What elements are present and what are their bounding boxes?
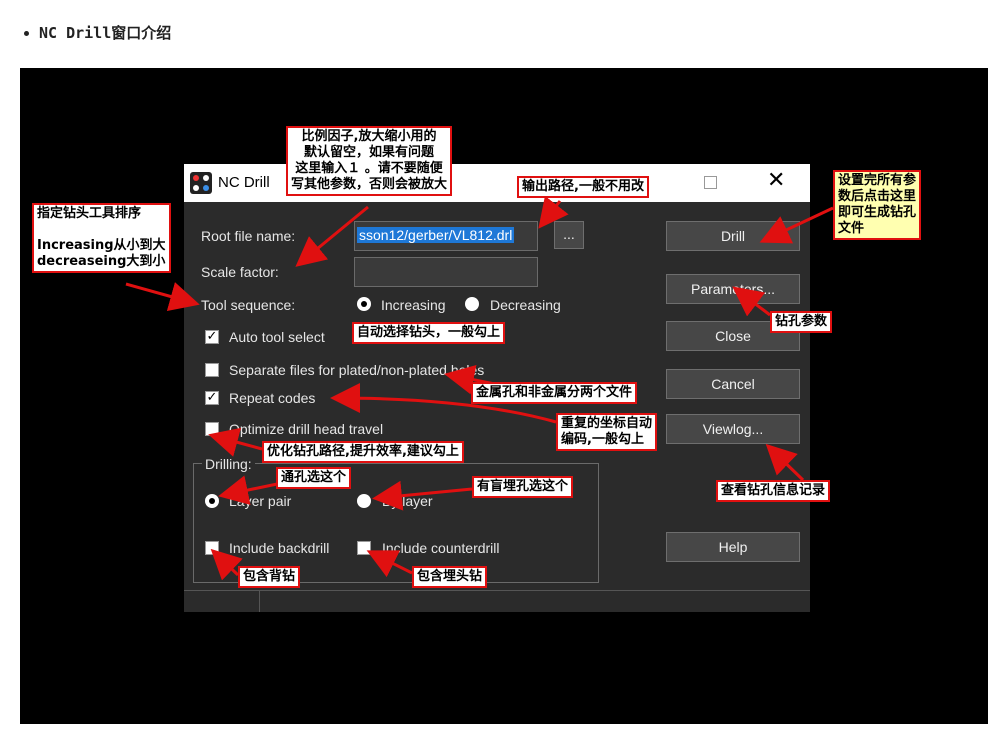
- decreasing-label: Decreasing: [490, 297, 561, 313]
- parameters-button[interactable]: Parameters...: [666, 274, 800, 304]
- separate-files-annotation: 金属孔和非金属分两个文件: [471, 382, 638, 404]
- by-layer-radio[interactable]: [357, 494, 371, 508]
- repeat-codes-annotation: 重复的坐标自动 编码,一般勾上: [556, 413, 658, 451]
- include-backdrill-checkbox[interactable]: [205, 541, 219, 555]
- close-icon[interactable]: ✕: [767, 168, 785, 193]
- status-bar-divider: [184, 590, 810, 591]
- auto-tool-select-label: Auto tool select: [229, 329, 325, 345]
- dialog-title: NC Drill: [218, 174, 270, 191]
- viewlog-annotation: 查看钻孔信息记录: [716, 480, 831, 502]
- auto-tool-select-annotation: 自动选择钻头，一般勾上: [352, 322, 506, 344]
- include-counterdrill-checkbox[interactable]: [357, 541, 371, 555]
- drill-annotation: 设置完所有参 数后点击这里 即可生成钻孔 文件: [833, 170, 922, 240]
- counterdrill-annotation: 包含埋头钻: [412, 566, 488, 588]
- layer-pair-annotation: 通孔选这个: [276, 467, 352, 489]
- drilling-group-label: Drilling:: [202, 456, 255, 472]
- increasing-radio[interactable]: [357, 297, 371, 311]
- include-counterdrill-label: Include counterdrill: [382, 540, 500, 556]
- optimize-label: Optimize drill head travel: [229, 421, 384, 437]
- dialog-titlebar[interactable]: NC Drill ✕: [184, 164, 810, 202]
- by-layer-label: By layer: [382, 493, 433, 509]
- nc-drill-app-icon: [190, 172, 212, 194]
- section-heading: NC Drill窗口介绍: [39, 24, 172, 42]
- output-path-annotation: 输出路径,一般不用改: [517, 176, 649, 198]
- separate-files-checkbox[interactable]: [205, 363, 219, 377]
- decreasing-radio[interactable]: [465, 297, 479, 311]
- separate-files-label: Separate files for plated/non-plated hol…: [229, 362, 485, 378]
- auto-tool-select-checkbox[interactable]: ✓: [205, 330, 219, 344]
- root-file-label: Root file name:: [201, 228, 296, 244]
- browse-button[interactable]: ...: [554, 221, 584, 249]
- optimize-annotation: 优化钻孔路径,提升效率,建议勾上: [262, 441, 464, 463]
- scale-factor-annotation: 比例因子,放大缩小用的 默认留空，如果有问题 这里输入１ 。请不要随便 写其他参…: [286, 126, 453, 196]
- tool-sequence-annotation: 指定钻头工具排序 Increasing从小到大 decreaseing大到小: [32, 203, 171, 273]
- backdrill-annotation: 包含背钻: [238, 566, 301, 588]
- maximize-icon[interactable]: [704, 176, 717, 189]
- scale-factor-input[interactable]: [354, 257, 538, 287]
- tool-sequence-label: Tool sequence:: [201, 297, 296, 313]
- parameters-annotation: 钻孔参数: [770, 311, 833, 333]
- layer-pair-label: Layer pair: [229, 493, 292, 509]
- scale-factor-label: Scale factor:: [201, 264, 279, 280]
- cancel-button[interactable]: Cancel: [666, 369, 800, 399]
- root-file-value: sson12/gerber/VL812.drl: [357, 227, 515, 243]
- bullet-dot: [24, 31, 29, 36]
- repeat-codes-checkbox[interactable]: ✓: [205, 391, 219, 405]
- repeat-codes-label: Repeat codes: [229, 390, 316, 406]
- viewlog-button[interactable]: Viewlog...: [666, 414, 800, 444]
- layer-pair-radio[interactable]: [205, 494, 219, 508]
- article-bullet-line: NC Drill窗口介绍: [24, 22, 171, 43]
- drill-button[interactable]: Drill: [666, 221, 800, 251]
- help-button[interactable]: Help: [666, 532, 800, 562]
- include-backdrill-label: Include backdrill: [229, 540, 330, 556]
- status-bar-separator: [259, 590, 260, 612]
- by-layer-annotation: 有盲埋孔选这个: [472, 476, 574, 498]
- optimize-checkbox[interactable]: [205, 422, 219, 436]
- increasing-label: Increasing: [381, 297, 446, 313]
- root-file-input[interactable]: sson12/gerber/VL812.drl: [354, 221, 538, 251]
